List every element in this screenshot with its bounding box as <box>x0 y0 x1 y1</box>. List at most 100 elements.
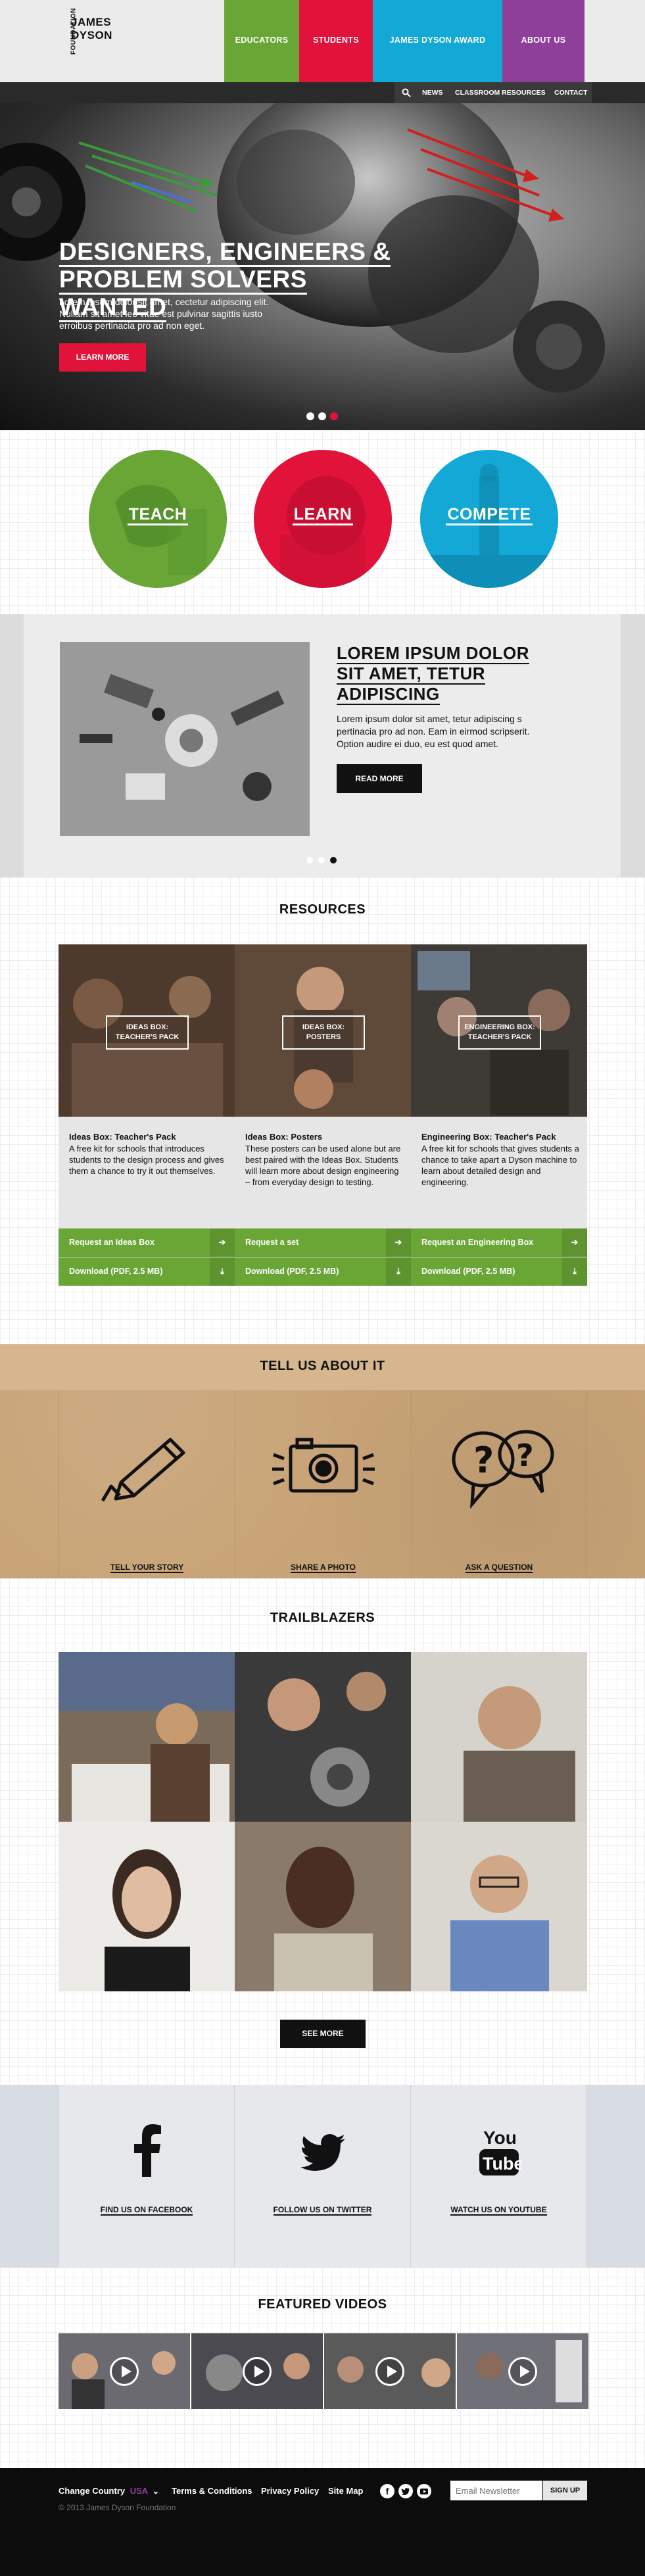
tell-your-story-link[interactable]: TELL YOUR STORY <box>59 1390 235 1578</box>
smiling-man-photo <box>411 1652 587 1822</box>
trailblazer-photo-4[interactable] <box>59 1822 235 1991</box>
download-ideas-box-pdf-button[interactable]: Download (PDF, 2.5 MB) ⤓ <box>59 1257 235 1286</box>
video-thumbnail-2[interactable] <box>191 2333 323 2409</box>
resource-heading: Ideas Box: Teacher's Pack <box>69 1132 176 1142</box>
student-portrait-photo <box>235 1822 411 1991</box>
video-thumbnail-3[interactable] <box>324 2333 456 2409</box>
nav-students[interactable]: STUDENTS <box>299 0 373 82</box>
feature-slide-dot-3[interactable] <box>330 857 337 863</box>
feature-title: LOREM IPSUM DOLOR SIT AMET, TETUR ADIPIS… <box>337 643 547 705</box>
resource-card-engineering-box-teachers-pack: ENGINEERING BOX: TEACHER'S PACK Engineeri… <box>411 944 587 1286</box>
resource-badge-line-1: IDEAS BOX: <box>126 1023 169 1031</box>
trailblazers-title: TRAILBLAZERS <box>270 1611 375 1625</box>
foundation-logo[interactable]: FOUNDATION JAMES DYSON <box>60 8 112 61</box>
utility-nav: NEWS CLASSROOM RESOURCES CONTACT <box>0 82 645 103</box>
resources-section: RESOURCES IDEAS BOX: TEACHER'S PACK Ideas… <box>0 877 645 1344</box>
youtube-play-glyph <box>420 2489 428 2494</box>
trailblazer-photo-3[interactable] <box>411 1652 587 1822</box>
sign-up-button[interactable]: SIGN UP <box>543 2481 587 2500</box>
resource-badge-line-2: TEACHER'S PACK <box>467 1033 532 1041</box>
terms-link[interactable]: Terms & Conditions <box>172 2486 252 2496</box>
subnav-news[interactable]: NEWS <box>422 82 443 103</box>
newsletter-email-input[interactable] <box>450 2481 542 2500</box>
search-icon[interactable] <box>402 88 411 97</box>
site-header: FOUNDATION JAMES DYSON EDUCATORS STUDENT… <box>0 0 645 82</box>
resource-card-ideas-box-posters: IDEAS BOX: POSTERS Ideas Box: Posters The… <box>235 944 411 1286</box>
subnav-contact[interactable]: CONTACT <box>554 82 588 103</box>
download-posters-label: Download (PDF, 2.5 MB) <box>245 1267 339 1276</box>
request-posters-set-button[interactable]: Request a set ➔ <box>235 1228 411 1257</box>
social-section: FIND US ON FACEBOOK FOLLOW US ON TWITTER… <box>0 2085 645 2268</box>
tell-your-story-label: TELL YOUR STORY <box>110 1563 184 1573</box>
resource-badge: IDEAS BOX: TEACHER'S PACK <box>106 1015 189 1050</box>
resource-heading: Ideas Box: Posters <box>245 1132 323 1142</box>
request-ideas-box-button[interactable]: Request an Ideas Box ➔ <box>59 1228 235 1257</box>
facebook-link[interactable]: FIND US ON FACEBOOK <box>59 2085 235 2268</box>
resource-description: These posters can be used alone but are … <box>245 1144 401 1187</box>
request-ideas-box-label: Request an Ideas Box <box>69 1238 155 1247</box>
logo-line-james: JAMES <box>71 16 112 28</box>
twitter-label: FOLLOW US ON TWITTER <box>273 2205 372 2216</box>
nav-james-dyson-award[interactable]: JAMES DYSON AWARD <box>373 0 502 82</box>
resource-badge-line-2: TEACHER'S PACK <box>115 1033 179 1041</box>
teach-circle[interactable]: TEACH <box>89 450 227 588</box>
pencil-icon <box>101 1438 185 1502</box>
change-country-label: Change Country <box>59 2486 126 2496</box>
trailblazer-photo-5[interactable] <box>235 1822 411 1991</box>
read-more-button[interactable]: READ MORE <box>337 764 422 793</box>
resources-title: RESOURCES <box>279 902 366 917</box>
hero-slide-dot-3[interactable] <box>330 412 338 420</box>
camera-icon <box>272 1438 375 1493</box>
resource-badge: ENGINEERING BOX: TEACHER'S PACK <box>458 1015 541 1050</box>
hero-banner: DESIGNERS, ENGINEERS & PROBLEM SOLVERS W… <box>0 103 645 430</box>
svg-text:?: ? <box>516 1438 534 1473</box>
resource-description: A free kit for schools that gives studen… <box>421 1144 579 1187</box>
student-drawing-photo <box>59 1652 235 1822</box>
nav-educators[interactable]: EDUCATORS <box>224 0 299 82</box>
feature-title-line-2: SIT AMET, TETUR <box>337 664 486 685</box>
compete-circle[interactable]: COMPETE <box>420 450 558 588</box>
change-country-selector[interactable]: Change Country USA ⌄ <box>59 2486 159 2496</box>
youtube-link[interactable]: You Tube WATCH US ON YOUTUBE <box>411 2085 587 2268</box>
arrow-right-icon: ➔ <box>386 1228 411 1257</box>
svg-text:?: ? <box>473 1440 494 1481</box>
twitter-icon[interactable] <box>398 2484 413 2498</box>
download-icon: ⤓ <box>210 1257 235 1286</box>
youtube-icon: You Tube <box>479 2127 521 2175</box>
trailblazer-photo-2[interactable] <box>235 1652 411 1822</box>
privacy-policy-link[interactable]: Privacy Policy <box>261 2486 319 2496</box>
twitter-link[interactable]: FOLLOW US ON TWITTER <box>235 2085 411 2268</box>
request-posters-set-label: Request a set <box>245 1238 299 1247</box>
share-a-photo-label: SHARE A PHOTO <box>291 1563 356 1573</box>
ask-a-question-link[interactable]: ? ? ASK A QUESTION <box>411 1390 587 1578</box>
ask-a-question-label: ASK A QUESTION <box>465 1563 533 1573</box>
featured-videos-section: FEATURED VIDEOS <box>0 2268 645 2468</box>
share-a-photo-link[interactable]: SHARE A PHOTO <box>235 1390 411 1578</box>
feature-slide-dot-1[interactable] <box>306 857 313 863</box>
resource-badge-line-1: IDEAS BOX: <box>302 1023 345 1031</box>
logo-line-dyson: DYSON <box>71 29 112 41</box>
featured-videos-title: FEATURED VIDEOS <box>258 2297 387 2312</box>
resource-description: A free kit for schools that introduces s… <box>69 1144 224 1176</box>
request-engineering-box-button[interactable]: Request an Engineering Box ➔ <box>411 1228 587 1257</box>
nav-about-us[interactable]: ABOUT US <box>502 0 585 82</box>
trailblazer-photo-1[interactable] <box>59 1652 235 1822</box>
trailblazer-photo-6[interactable] <box>411 1822 587 1991</box>
download-engineering-box-pdf-button[interactable]: Download (PDF, 2.5 MB) ⤓ <box>411 1257 587 1286</box>
video-thumbnail-4[interactable] <box>457 2333 588 2409</box>
download-posters-pdf-button[interactable]: Download (PDF, 2.5 MB) ⤓ <box>235 1257 411 1286</box>
video-thumbnail-1[interactable] <box>59 2333 190 2409</box>
facebook-icon[interactable]: f <box>380 2484 394 2498</box>
hero-slide-dot-2[interactable] <box>318 412 326 420</box>
site-map-link[interactable]: Site Map <box>328 2486 363 2496</box>
learn-more-button[interactable]: LEARN MORE <box>59 343 146 372</box>
feature-slide-dot-2[interactable] <box>318 857 325 863</box>
subnav-classroom-resources[interactable]: CLASSROOM RESOURCES <box>455 82 546 103</box>
youtube-icon[interactable] <box>417 2484 431 2498</box>
learn-circle[interactable]: LEARN <box>254 450 392 588</box>
feature-description: Lorem ipsum dolor sit amet, tetur adipis… <box>337 714 530 749</box>
see-more-button[interactable]: SEE MORE <box>280 2020 366 2048</box>
hero-slide-dot-1[interactable] <box>306 412 314 420</box>
feature-section: LOREM IPSUM DOLOR SIT AMET, TETUR ADIPIS… <box>0 614 645 877</box>
feature-title-line-1: LOREM IPSUM DOLOR <box>337 643 530 664</box>
